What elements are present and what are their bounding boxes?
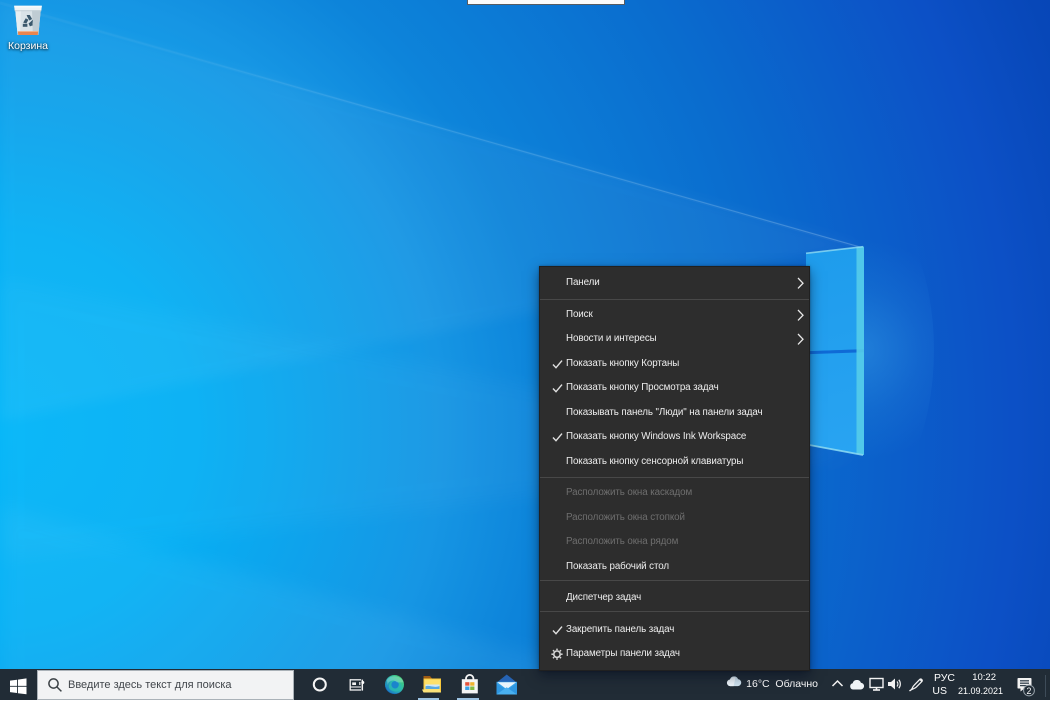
svg-text:2: 2 [1027,686,1032,696]
